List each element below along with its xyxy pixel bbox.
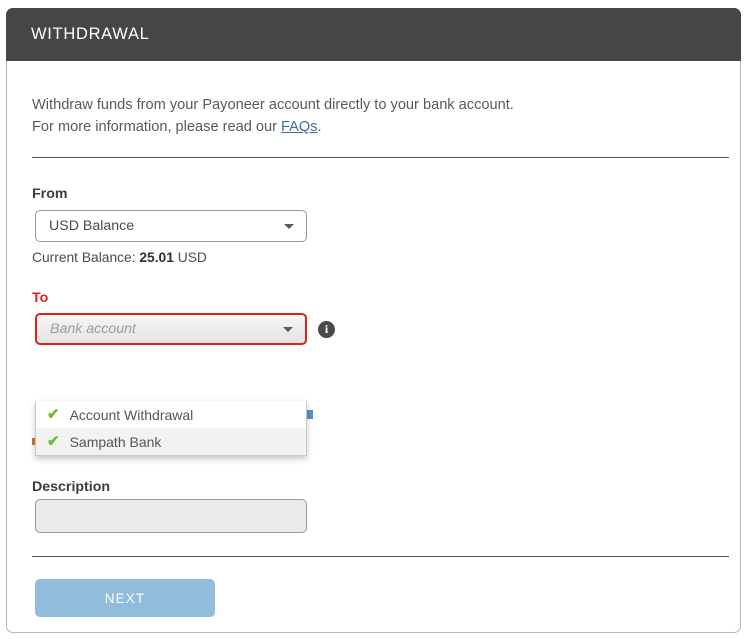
- divider-top: [32, 157, 729, 158]
- chevron-down-icon: [284, 224, 294, 229]
- divider-bottom: [32, 556, 729, 557]
- from-currency-selected-value: USD Balance: [49, 218, 135, 234]
- withdrawal-page: WITHDRAWAL Withdraw funds from your Payo…: [0, 0, 747, 641]
- chevron-down-icon: [283, 327, 293, 332]
- dropdown-option[interactable]: ✔ Account Withdrawal: [36, 401, 306, 428]
- occluded-link-fragment: [307, 410, 313, 419]
- dropdown-option-label: Sampath Bank: [69, 433, 162, 450]
- dropdown-option-label: Account Withdrawal: [69, 406, 194, 423]
- faqs-link[interactable]: FAQs: [281, 119, 318, 135]
- from-label: From: [32, 186, 68, 202]
- dropdown-option[interactable]: ✔ Sampath Bank: [36, 428, 306, 455]
- description-input[interactable]: [35, 499, 307, 533]
- to-label: To: [32, 290, 49, 306]
- current-balance-amount: 25.01: [139, 250, 174, 265]
- intro-line-2: For more information, please read our FA…: [32, 116, 692, 138]
- description-label: Description: [32, 479, 111, 495]
- intro-line-2-prefix: For more information, please read our: [32, 119, 282, 135]
- check-icon: ✔: [47, 406, 60, 423]
- current-balance-currency: USD: [173, 250, 207, 265]
- next-button[interactable]: NEXT: [35, 579, 215, 617]
- from-currency-select[interactable]: USD Balance: [35, 210, 307, 242]
- to-bank-account-placeholder: Bank account: [50, 321, 136, 337]
- page-title: WITHDRAWAL: [31, 25, 150, 43]
- intro-line-2-suffix: .: [317, 119, 322, 135]
- to-bank-account-select[interactable]: Bank account: [35, 313, 307, 345]
- card-header: WITHDRAWAL: [6, 8, 741, 61]
- to-bank-account-dropdown-menu[interactable]: ✔ Account Withdrawal ✔ Sampath Bank: [35, 401, 307, 456]
- intro-text: Withdraw funds from your Payoneer accoun…: [32, 94, 692, 138]
- info-icon[interactable]: i: [318, 321, 335, 338]
- check-icon: ✔: [47, 433, 60, 450]
- withdrawal-card: WITHDRAWAL Withdraw funds from your Payo…: [6, 8, 741, 633]
- current-balance: Current Balance: 25.01 USD: [32, 250, 207, 265]
- current-balance-prefix: Current Balance:: [32, 250, 140, 265]
- intro-line-1: Withdraw funds from your Payoneer accoun…: [32, 97, 514, 113]
